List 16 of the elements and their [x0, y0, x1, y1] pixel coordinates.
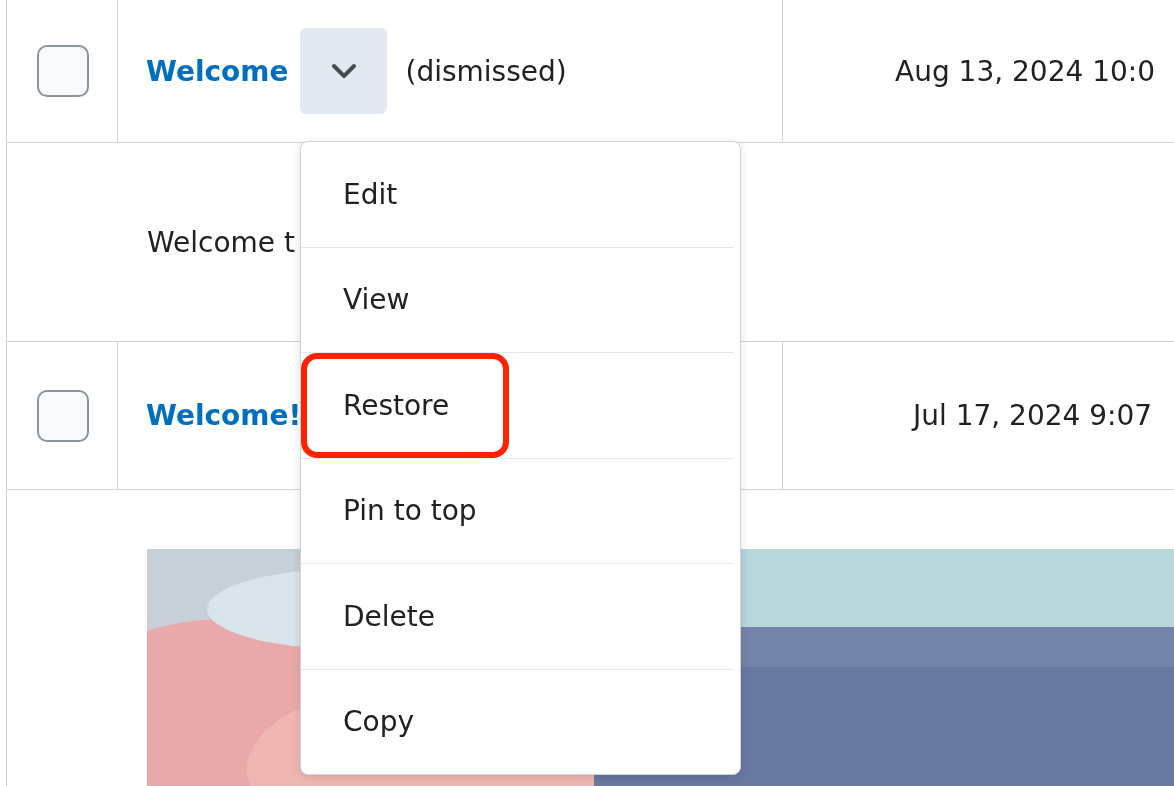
announcement-title-link[interactable]: Welcome	[146, 54, 289, 88]
date-text: Aug 13, 2024 10:0	[894, 54, 1156, 88]
menu-item[interactable]: Pin to top	[301, 458, 734, 564]
menu-item[interactable]: Delete	[301, 564, 734, 670]
menu-item[interactable]: Restore	[301, 353, 734, 459]
chevron-button[interactable]	[300, 28, 388, 114]
menu-item[interactable]: View	[301, 247, 734, 353]
chevron-down-icon	[331, 63, 357, 79]
checkbox[interactable]	[37, 389, 89, 442]
menu-item[interactable]: Edit	[301, 142, 734, 248]
date-text: Jul 17, 2024 9:07	[910, 399, 1153, 432]
description-text: Welcome t	[147, 225, 295, 259]
menu-item[interactable]: Copy	[301, 669, 734, 774]
checkbox[interactable]	[37, 45, 89, 97]
announcement-title-link[interactable]: Welcome!	[146, 399, 302, 432]
status-text: (dismissed)	[405, 54, 567, 88]
